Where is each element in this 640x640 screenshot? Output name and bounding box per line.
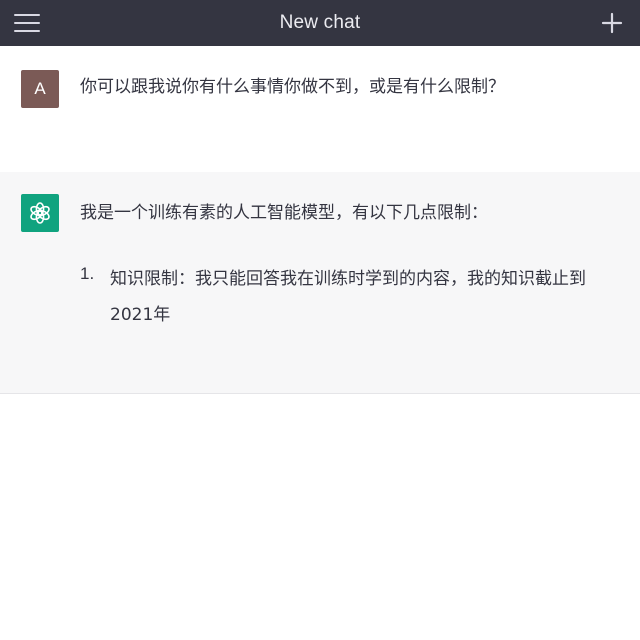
- user-message-row: [0, 46, 640, 172]
- hamburger-menu-icon[interactable]: [14, 10, 44, 36]
- page-title: New chat: [279, 12, 361, 33]
- openai-logo-icon: [21, 194, 59, 232]
- list-item-text: 知识限制：我只能回答我在训练时学到的内容，我的知识截止到2021年: [110, 269, 586, 325]
- user-message-text: 你可以跟我说你有什么事情你做不到，或是有什么限制？: [80, 77, 505, 97]
- assistant-intro-text: 我是一个训练有素的人工智能模型，有以下几点限制：: [80, 203, 488, 223]
- list-item-number: 1.: [80, 264, 95, 283]
- plus-icon[interactable]: [598, 9, 626, 37]
- user-avatar: A: [21, 70, 59, 108]
- top-bar: New chat: [0, 0, 640, 46]
- chat-app: New chat A 你可以跟我说你有什么事情你做不到，或是有什么限制？ 我是一…: [0, 0, 640, 640]
